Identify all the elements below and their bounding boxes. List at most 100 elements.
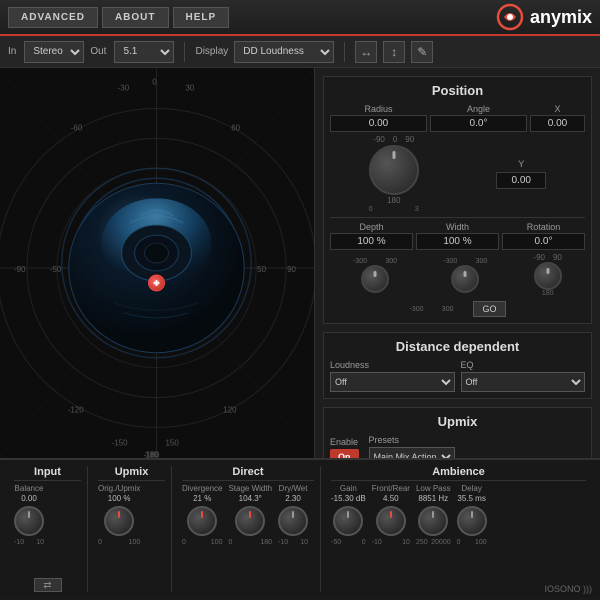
delay-value: 35.5 ms xyxy=(457,494,485,503)
div-min: 0 xyxy=(182,539,186,546)
about-button[interactable]: ABOUT xyxy=(102,7,169,28)
input-scale: -10 10 xyxy=(14,539,44,546)
upmix-title: Upmix xyxy=(330,414,585,429)
svg-text:90: 90 xyxy=(287,265,296,274)
width-knob-container: -300 300 xyxy=(443,258,487,293)
frontrear-label: Front/Rear xyxy=(372,484,410,493)
input-swap-icon[interactable]: ⇄ xyxy=(34,578,62,592)
dd-eq-col: EQ Off On xyxy=(461,360,586,392)
angle-arc-pos: 90 xyxy=(405,135,414,144)
div-max: 100 xyxy=(211,539,223,546)
fr-scale: -10 10 xyxy=(372,539,410,546)
x-value[interactable]: 0.00 xyxy=(530,115,585,132)
help-button[interactable]: HELP xyxy=(173,7,230,28)
fr-max: 10 xyxy=(402,539,410,546)
delay-knob[interactable] xyxy=(457,506,487,536)
svg-text:60: 60 xyxy=(231,123,240,132)
dd-eq-select[interactable]: Off On xyxy=(461,372,586,392)
upmix-orig-scale: 0 100 xyxy=(98,539,140,546)
ambience-section: Ambience Gain -15.30 dB -50 0 Front/Rear… xyxy=(325,466,592,592)
angle-arc-bot: 180 xyxy=(387,196,400,205)
upmix-scale-min: 0 xyxy=(98,539,102,546)
width-knob[interactable] xyxy=(451,265,479,293)
angle-knob[interactable] xyxy=(369,145,419,195)
div-scale: 0 100 xyxy=(182,539,222,546)
input-section: Input Balance 0.00 -10 10 ⇄ xyxy=(8,466,88,592)
svg-text:150: 150 xyxy=(165,438,179,447)
input-balance-knob[interactable] xyxy=(14,506,44,536)
radius-value[interactable]: 0.00 xyxy=(330,115,427,132)
radius-three: 3 xyxy=(415,206,419,213)
advanced-button[interactable]: ADVANCED xyxy=(8,7,98,28)
gain-scale: -50 0 xyxy=(331,539,366,546)
depth-value[interactable]: 100 % xyxy=(330,233,413,250)
radius-zero: 0 xyxy=(369,206,373,213)
delay-min: 0 xyxy=(457,539,461,546)
position-title: Position xyxy=(330,83,585,98)
out-select[interactable]: 5.1 Stereo 7.1 xyxy=(114,41,174,63)
dw-scale: -10 10 xyxy=(278,539,308,546)
rotation-value[interactable]: 0.0° xyxy=(502,233,585,250)
depth-knob-container: -300 300 xyxy=(353,258,397,293)
amb-lowpass-param: Low Pass 8851 Hz 250 20000 xyxy=(416,484,451,546)
divergence-label: Divergence xyxy=(182,484,222,493)
lowpass-label: Low Pass xyxy=(416,484,451,493)
iosono-label: IOSONO ))) xyxy=(545,584,593,594)
rot-pos90: 90 xyxy=(553,253,562,262)
rotation-knob-container: -90 90 180 xyxy=(533,253,561,297)
delay-scale: 0 100 xyxy=(457,539,487,546)
width-value[interactable]: 100 % xyxy=(416,233,499,250)
direct-params: Divergence 21 % 0 100 Stage Width 104.3°… xyxy=(182,484,314,592)
depth-label: Depth xyxy=(330,222,413,232)
divergence-knob[interactable] xyxy=(187,506,217,536)
display-select[interactable]: DD Loudness Waveform Spectrum xyxy=(234,41,334,63)
sw-scale: 0 180 xyxy=(228,539,272,546)
x-label: X xyxy=(530,104,585,114)
depth-col: Depth 100 % xyxy=(330,222,413,250)
dd-loudness-col: Loudness Off On xyxy=(330,360,455,392)
depth-knob[interactable] xyxy=(361,265,389,293)
x-col: X 0.00 xyxy=(530,104,585,132)
angle-value[interactable]: 0.0° xyxy=(430,115,527,132)
svg-text:-120: -120 xyxy=(68,406,85,415)
width-go-left: -300 xyxy=(409,306,423,313)
upmix-orig-value: 100 % xyxy=(108,494,131,503)
upmix-bottom-section: Upmix Orig./Upmix 100 % 0 100 xyxy=(92,466,172,592)
rotation-knob[interactable] xyxy=(534,262,562,290)
dd-loudness-select[interactable]: Off On xyxy=(330,372,455,392)
swap-icon[interactable]: ↔ xyxy=(355,41,377,63)
dw-min: -10 xyxy=(278,539,288,546)
go-button[interactable]: GO xyxy=(473,301,505,317)
amb-gain-knob[interactable] xyxy=(333,506,363,536)
sw-min: 0 xyxy=(228,539,232,546)
svg-text:-150: -150 xyxy=(112,438,129,447)
lowpass-value: 8851 Hz xyxy=(418,494,448,503)
upmix-orig-knob[interactable] xyxy=(104,506,134,536)
svg-text:0: 0 xyxy=(152,78,157,87)
input-scale-min: -10 xyxy=(14,539,24,546)
dry-wet-value: 2.30 xyxy=(285,494,301,503)
lp-min: 250 xyxy=(416,539,428,546)
ambience-params: Gain -15.30 dB -50 0 Front/Rear 4.50 -10… xyxy=(331,484,586,592)
visualizer-svg: 0 -30 30 -60 60 -90 90 -120 120 -150 150… xyxy=(0,68,314,458)
upmix-orig-label: Orig./Upmix xyxy=(98,484,140,493)
lowpass-knob[interactable] xyxy=(418,506,448,536)
input-balance-param: Balance 0.00 -10 10 xyxy=(14,484,44,546)
flip-icon[interactable]: ↕ xyxy=(383,41,405,63)
lp-max: 20000 xyxy=(431,539,450,546)
toolbar-sep-1 xyxy=(184,42,185,62)
edit-icon[interactable]: ✎ xyxy=(411,41,433,63)
dry-wet-knob[interactable] xyxy=(278,506,308,536)
y-col: Y 0.00 xyxy=(496,159,546,189)
input-scale-max: 10 xyxy=(36,539,44,546)
y-value[interactable]: 0.00 xyxy=(496,172,546,189)
amb-gain-param: Gain -15.30 dB -50 0 xyxy=(331,484,366,546)
stage-width-knob[interactable] xyxy=(235,506,265,536)
upmix-bottom-title: Upmix xyxy=(98,466,165,481)
in-select[interactable]: Stereo Mono 5.1 xyxy=(24,41,84,63)
frontrear-knob[interactable] xyxy=(376,506,406,536)
in-label: In xyxy=(8,46,16,57)
radius-label: Radius xyxy=(330,104,427,114)
out-label: Out xyxy=(90,46,106,57)
width-label: Width xyxy=(416,222,499,232)
